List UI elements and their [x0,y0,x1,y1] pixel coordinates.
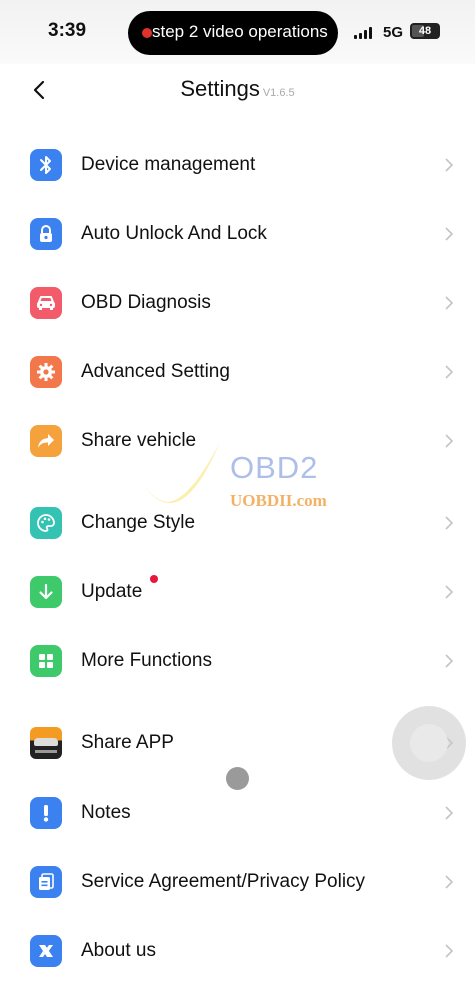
menu-item-more-functions[interactable]: More Functions [0,630,475,692]
about-icon [30,935,62,967]
menu-item-obd-diagnosis[interactable]: OBD Diagnosis [0,272,475,334]
menu-item-notes[interactable]: Notes [0,782,475,844]
status-time: 3:39 [48,20,87,41]
menu-item-label: Change Style [81,512,196,533]
palette-icon [30,507,62,539]
menu-item-share-vehicle[interactable]: Share vehicle [0,410,475,472]
update-notification-badge [150,575,158,583]
page-header: Settings V1.6.5 [0,64,475,120]
menu-item-label: Advanced Setting [81,361,230,382]
battery-icon: 48 [410,23,440,39]
menu-item-device-management[interactable]: Device management [0,134,475,196]
recording-label: step 2 video operations [152,22,328,41]
chevron-right-icon [445,875,454,889]
chevron-right-icon [445,365,454,379]
recording-pill[interactable]: step 2 video operations [128,11,338,55]
chevron-right-icon [445,158,454,172]
signal-icon [354,27,378,39]
menu-item-service-agreement[interactable]: Service Agreement/Privacy Policy [0,851,475,913]
chevron-right-icon [445,227,454,241]
page-title: Settings [180,76,260,101]
document-icon [30,866,62,898]
assistive-touch-button[interactable] [392,706,466,780]
battery-percent: 48 [418,25,432,37]
chevron-right-icon [445,944,454,958]
menu-item-auto-unlock-lock[interactable]: Auto Unlock And Lock [0,203,475,265]
menu-item-label: OBD Diagnosis [81,292,211,313]
chevron-right-icon [445,434,454,448]
chevron-right-icon [445,296,454,310]
app-thumbnail-icon [30,727,62,759]
chevron-right-icon [445,585,454,599]
menu-item-advanced-setting[interactable]: Advanced Setting [0,341,475,403]
car-icon [30,287,62,319]
recording-dot-icon [142,28,152,38]
status-bar: 3:39 step 2 video operations 5G 48 [0,0,475,64]
menu-item-label: Update [81,581,143,602]
download-arrow-icon [30,576,62,608]
grid-icon [30,645,62,677]
menu-item-label: About us [81,940,156,961]
app-version: V1.6.5 [262,87,295,99]
menu-item-label: Device management [81,154,256,175]
lock-icon [30,218,62,250]
menu-item-label: Auto Unlock And Lock [81,223,267,244]
chevron-right-icon [445,516,454,530]
menu-item-about-us[interactable]: About us [0,920,475,982]
title-wrap: Settings V1.6.5 [0,76,475,102]
gear-icon [30,356,62,388]
menu-item-change-style[interactable]: Change Style [0,492,475,554]
touch-indicator [226,767,249,790]
menu-item-update[interactable]: Update [0,561,475,623]
share-arrow-icon [30,425,62,457]
menu-item-label: Notes [81,802,131,823]
bluetooth-icon [30,149,62,181]
menu-item-label: Service Agreement/Privacy Policy [81,871,366,892]
chevron-right-icon [445,806,454,820]
menu-item-label: More Functions [81,650,212,671]
menu-item-label: Share APP [81,732,174,753]
exclamation-icon [30,797,62,829]
menu-item-label: Share vehicle [81,430,197,451]
network-type: 5G [383,24,404,41]
chevron-right-icon [445,654,454,668]
